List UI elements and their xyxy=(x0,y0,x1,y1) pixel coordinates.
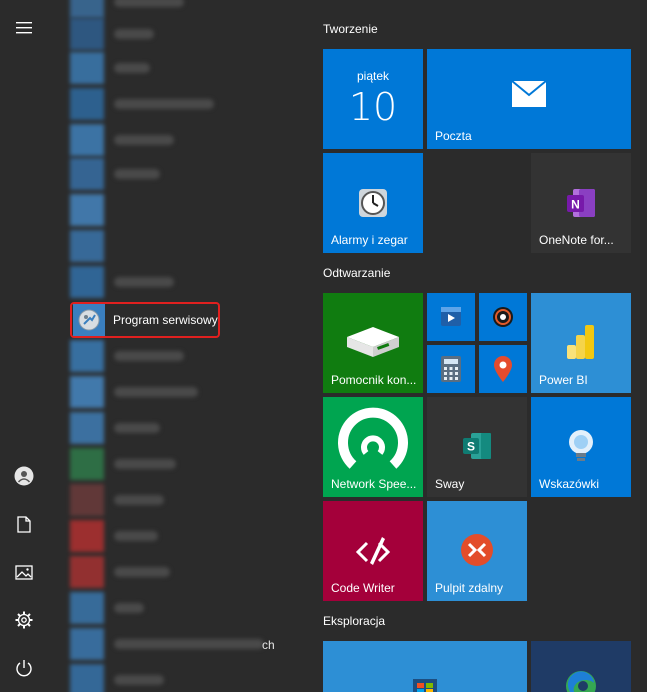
groove-music-icon xyxy=(493,307,513,327)
list-item[interactable] xyxy=(70,592,300,624)
onenote-icon: N xyxy=(567,189,595,217)
list-item[interactable] xyxy=(70,230,300,262)
tile-powerbi[interactable]: Power BI xyxy=(531,293,631,393)
list-item[interactable] xyxy=(70,664,300,692)
speedometer-icon xyxy=(338,407,408,469)
list-item[interactable] xyxy=(70,484,300,516)
partial-label: ch xyxy=(262,638,275,652)
tile-label: OneNote for... xyxy=(539,233,614,247)
tile-label: Network Spee... xyxy=(331,477,417,491)
tile-edge[interactable] xyxy=(531,641,631,692)
list-item[interactable] xyxy=(70,158,300,190)
list-item[interactable] xyxy=(70,0,300,18)
tile-groove[interactable] xyxy=(479,293,527,341)
tile-store[interactable] xyxy=(323,641,527,692)
documents-button[interactable] xyxy=(0,502,48,546)
list-item[interactable] xyxy=(70,520,300,552)
settings-button[interactable] xyxy=(0,598,48,642)
list-item[interactable] xyxy=(70,448,300,480)
app-list: ch Program serwisowy xyxy=(70,0,300,692)
tile-network-speed[interactable]: Network Spee... xyxy=(323,397,423,497)
list-item[interactable] xyxy=(70,412,300,444)
power-bi-icon xyxy=(567,325,594,359)
tile-label: Code Writer xyxy=(331,581,395,595)
expand-menu-button[interactable] xyxy=(0,6,48,50)
group-title-tworzenie[interactable]: Tworzenie xyxy=(323,22,378,36)
tile-sway[interactable]: S Sway xyxy=(427,397,527,497)
tile-mail[interactable]: Poczta xyxy=(427,49,631,149)
tile-maps[interactable] xyxy=(479,345,527,393)
maps-icon xyxy=(494,356,512,382)
list-item[interactable] xyxy=(70,556,300,588)
tile-label: Pulpit zdalny xyxy=(435,581,504,595)
svg-text:N: N xyxy=(571,198,580,212)
tile-label: Sway xyxy=(435,477,465,491)
list-item[interactable] xyxy=(70,376,300,408)
start-rail xyxy=(0,0,48,692)
alarm-clock-icon xyxy=(359,189,387,217)
list-item[interactable] xyxy=(70,124,300,156)
account-button[interactable] xyxy=(0,454,48,498)
edge-icon xyxy=(566,671,596,692)
group-title-eksploracja[interactable]: Eksploracja xyxy=(323,614,385,628)
tile-label: Wskazówki xyxy=(539,477,600,491)
code-writer-icon xyxy=(355,537,391,565)
tile-label: Alarmy i zegar xyxy=(331,233,408,247)
user-icon xyxy=(14,466,34,486)
tile-calculator[interactable] xyxy=(427,345,475,393)
list-item[interactable] xyxy=(70,340,300,372)
pictures-button[interactable] xyxy=(0,550,48,594)
list-item[interactable] xyxy=(70,194,300,226)
settings-icon xyxy=(15,611,33,629)
console-companion-icon xyxy=(347,327,399,357)
tile-pulpit-zdalny[interactable]: Pulpit zdalny xyxy=(427,501,527,601)
calendar-day-number: 10 xyxy=(348,85,398,129)
app-item-program-serwisowy[interactable]: Program serwisowy xyxy=(70,302,220,338)
documents-icon xyxy=(17,515,31,533)
tile-label: Pomocnik kon... xyxy=(331,373,417,387)
tile-onenote[interactable]: N OneNote for... xyxy=(531,153,631,253)
power-icon xyxy=(16,660,32,677)
calculator-icon xyxy=(441,356,461,382)
power-button[interactable] xyxy=(0,646,48,690)
tips-lightbulb-icon xyxy=(569,430,593,461)
store-icon xyxy=(413,679,437,692)
movies-icon xyxy=(441,307,461,326)
svg-text:S: S xyxy=(467,440,475,454)
tile-label: Power BI xyxy=(539,373,588,387)
sway-icon: S xyxy=(463,433,491,459)
group-title-odtwarzanie[interactable]: Odtwarzanie xyxy=(323,266,390,280)
tile-movies[interactable] xyxy=(427,293,475,341)
pictures-icon xyxy=(15,564,33,580)
list-item[interactable] xyxy=(70,18,300,50)
tile-pomocnik[interactable]: Pomocnik kon... xyxy=(323,293,423,393)
tile-code-writer[interactable]: Code Writer xyxy=(323,501,423,601)
tile-alarms[interactable]: Alarmy i zegar xyxy=(323,153,423,253)
hamburger-icon xyxy=(16,22,32,34)
calendar-day-name: piątek xyxy=(356,69,390,83)
tile-calendar[interactable]: piątek 10 xyxy=(323,49,423,149)
list-item[interactable] xyxy=(70,266,300,298)
list-item[interactable] xyxy=(70,52,300,84)
mail-icon xyxy=(512,81,546,107)
app-item-label: Program serwisowy xyxy=(113,313,218,327)
tile-wskazowki[interactable]: Wskazówki xyxy=(531,397,631,497)
tile-label: Poczta xyxy=(435,129,472,143)
list-item[interactable] xyxy=(70,88,300,120)
service-program-icon xyxy=(73,304,105,336)
remote-desktop-icon xyxy=(461,534,493,566)
